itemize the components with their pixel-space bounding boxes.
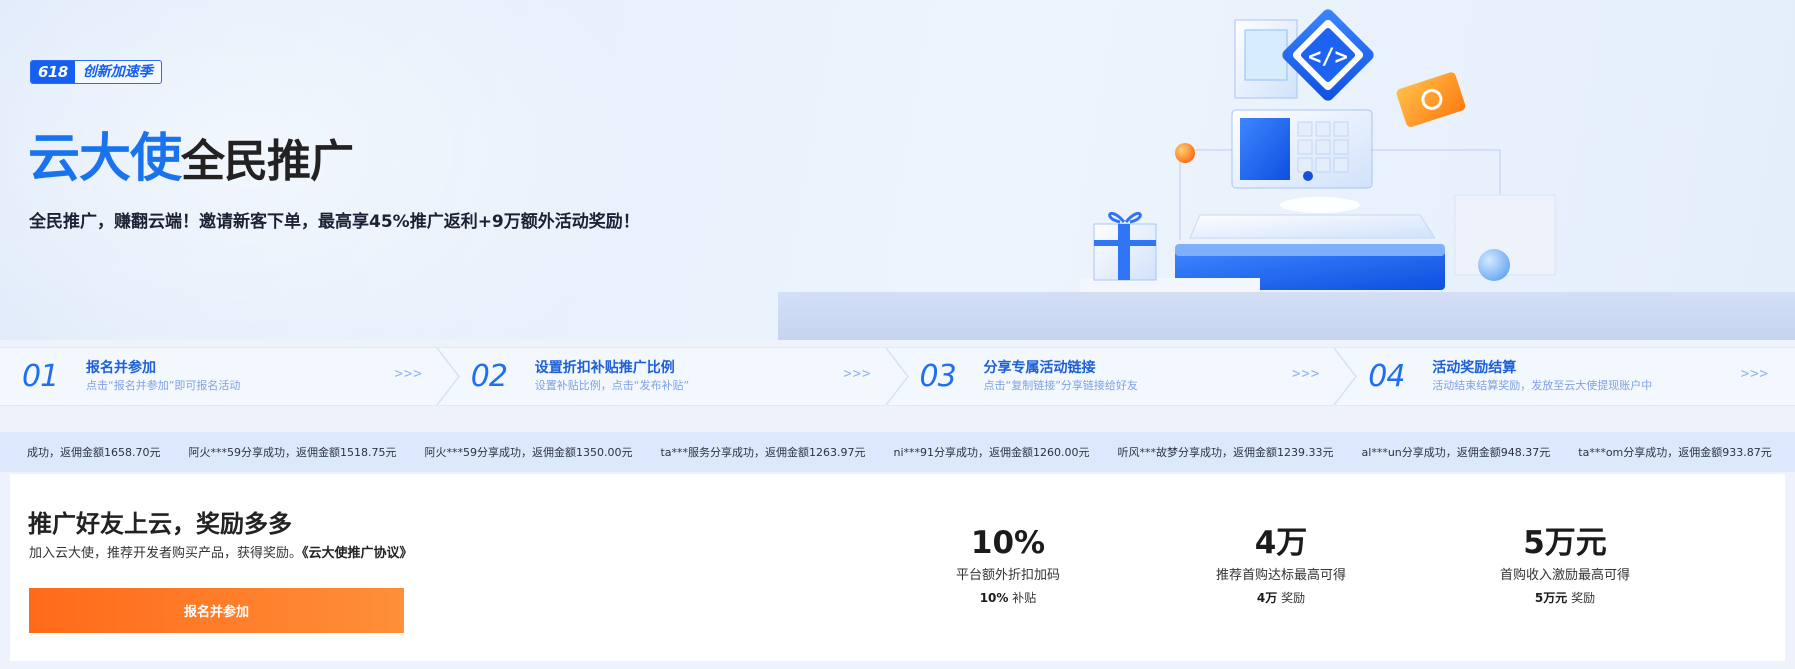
hero-title-rest: 全民推广 (181, 136, 354, 187)
stat-value: 10% (970, 525, 1046, 561)
step-3: 03 分享专属活动链接 点击“复制链接”分享链接给好友 >>> (898, 348, 1358, 405)
step-number: 04 (1368, 359, 1405, 394)
step-title: 分享专属活动链接 (983, 360, 1096, 376)
step-title: 设置折扣补贴推广比例 (534, 360, 675, 376)
hero-title: 云大使全民推广 (28, 126, 354, 195)
promo-title: 推广好友上云，奖励多多 (28, 510, 292, 538)
ticker-track: 成功，返佣金额1658.70元 阿火***59分享成功，返佣金额1518.75元 阿… (27, 432, 1795, 472)
step-number: 01 (22, 359, 59, 394)
hero-title-brand: 云大使 (28, 129, 182, 189)
step-divider (884, 348, 909, 405)
stat-label: 平台额外折扣加码 (955, 568, 1060, 583)
event-badge: 618 创新加速季 (30, 60, 162, 84)
step-desc: 活动结束结算奖励，发放至云大使提现账户中 (1432, 379, 1653, 392)
stat-label: 推荐首购达标最高可得 (1215, 568, 1346, 583)
ticker-item: ta***服务分享成功，返佣金额1263.97元 (660, 446, 866, 459)
ticker-item: al***un分享成功，返佣金额948.37元 (1361, 446, 1551, 459)
step-title: 活动奖励结算 (1432, 360, 1517, 376)
stat-label: 首购收入激励最高可得 (1499, 568, 1630, 583)
stat-note: 10% 补贴 (979, 591, 1037, 605)
chevrons-right-icon: >>> (843, 366, 872, 382)
steps-bar: 01 报名并参加 点击“报名并参加”即可报名活动 >>> 02 设置折扣补贴推广… (0, 347, 1795, 406)
badge-text: 创新加速季 (82, 64, 153, 80)
promo-desc-text: 加入云大使，推荐开发者购买产品，获得奖励。 (29, 546, 303, 561)
ticker-item: 成功，返佣金额1658.70元 (27, 446, 161, 459)
ticker-item: ta***om分享成功，返佣金额933.87元 (1578, 446, 1772, 459)
step-desc: 点击“报名并参加”即可报名活动 (86, 379, 241, 392)
chevrons-right-icon: >>> (394, 366, 423, 382)
step-divider (1333, 348, 1358, 405)
step-1: 01 报名并参加 点击“报名并参加”即可报名活动 >>> (0, 348, 460, 405)
ticker-item: ni***91分享成功，返佣金额1260.00元 (893, 446, 1090, 459)
step-divider (436, 348, 460, 405)
hero-subtitle: 全民推广，赚翻云端！邀请新客下单，最高享45%推广返利+9万额外活动奖励！ (29, 212, 640, 232)
step-number: 03 (919, 359, 957, 394)
step-4: 04 活动奖励结算 活动结束结算奖励，发放至云大使提现账户中 >>> (1346, 348, 1795, 405)
stat-value: 5万元 (1523, 525, 1607, 561)
stat-note: 5万元 奖励 (1534, 591, 1596, 605)
step-desc: 设置补贴比例，点击“发布补贴” (534, 379, 690, 392)
step-number: 02 (470, 359, 508, 394)
step-title: 报名并参加 (86, 360, 156, 376)
svg-text:</>: </> (1308, 45, 1348, 70)
stat-value: 4万 (1254, 525, 1308, 561)
stat-income: 5万元 首购收入激励最高可得 5万元 奖励 (1455, 524, 1675, 606)
stat-note: 4万 奖励 (1256, 591, 1306, 605)
ticker-item: 阿火***59分享成功，返佣金额1350.00元 (424, 446, 633, 459)
stat-referral: 4万 推荐首购达标最高可得 4万 奖励 (1171, 524, 1391, 606)
promo-description: 加入云大使，推荐开发者购买产品，获得奖励。《云大使推广协议》 (29, 542, 413, 561)
hero-illustration: </> (1080, 9, 1556, 292)
rebate-ticker: 成功，返佣金额1658.70元 阿火***59分享成功，返佣金额1518.75元 阿… (0, 432, 1795, 472)
agreement-link[interactable]: 《云大使推广协议》 (302, 546, 413, 561)
stat-discount: 10% 平台额外折扣加码 10% 补贴 (898, 524, 1118, 606)
join-button[interactable]: 报名并参加 (29, 588, 404, 633)
chevrons-right-icon: >>> (1291, 366, 1321, 382)
chevrons-right-icon: >>> (1740, 366, 1769, 382)
ticker-item: 听风***故梦分享成功，返佣金额1239.33元 (1117, 446, 1334, 459)
promo-card: 推广好友上云，奖励多多 加入云大使，推荐开发者购买产品，获得奖励。《云大使推广协… (10, 474, 1785, 661)
badge-618: 618 (31, 61, 75, 83)
step-desc: 点击“复制链接”分享链接给好友 (983, 379, 1138, 392)
hero-banner: 618 创新加速季 云大使全民推广 全民推广，赚翻云端！邀请新客下单，最高享45… (0, 0, 1795, 340)
ticker-item: 阿火***59分享成功，返佣金额1518.75元 (188, 446, 397, 459)
step-2: 02 设置折扣补贴推广比例 设置补贴比例，点击“发布补贴” >>> (449, 348, 909, 405)
